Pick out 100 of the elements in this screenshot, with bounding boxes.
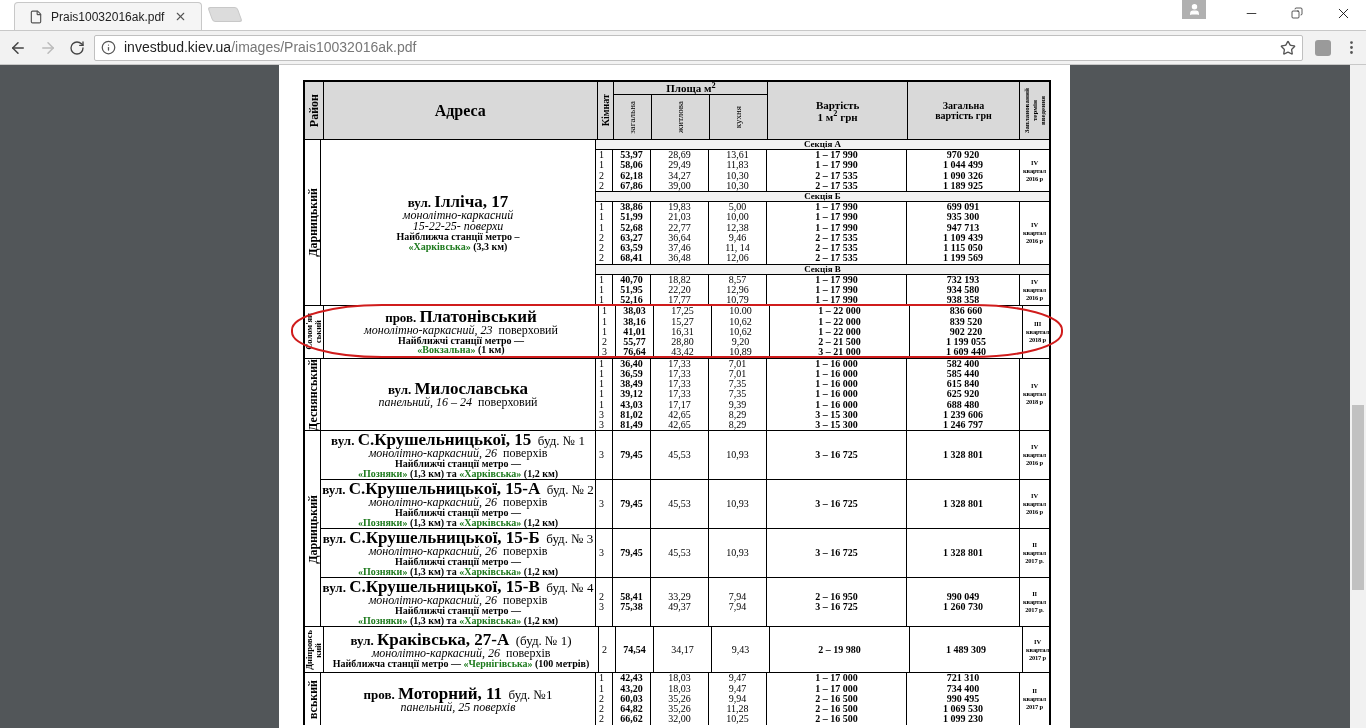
table-cell-text: 1 [598,274,605,285]
browser-tab[interactable]: Prais10032016ak.pdf [14,2,202,30]
table-cell-text: 1 [598,160,605,171]
metro-stations: «Позняки» (1,3 км) та «Харківська» (1,2 км) [357,517,559,528]
table-cell-text: 2 [598,170,605,181]
table-cell-text: 63,27 [619,232,644,243]
table-cell-text: 63,59 [619,243,644,254]
table-cell-text: 3 [598,409,605,420]
table-cell-text: 1 [598,389,605,400]
table-cell-text: 2 [598,232,605,243]
reload-button[interactable] [69,39,85,56]
table-cell-text: 2 [598,592,605,603]
address-bar[interactable]: investbud.kiev.ua/images/Prais10032016ak.pdf [94,34,1303,61]
table-cell-text: 5,00 [727,202,748,213]
table-cell-text: 3 – 16 725 [814,450,859,461]
table-cell-text: 1 – 16 000 [814,389,859,400]
table-cell-text: 10,62 [728,326,753,337]
section-title: Секція А [596,140,1049,150]
table-cell-text: 734 400 [945,683,981,694]
table-cell-text: 2 [601,644,608,656]
table-cell-text: 2 [598,704,605,715]
column-header: Район [306,93,322,128]
table-cell-text: 839 520 [948,316,984,327]
table-cell-text: 10,30 [725,170,750,181]
table-cell-text: 688 480 [945,399,981,410]
street-address: вул. С.Крушельницької, 15-А буд. № 2 [322,481,594,498]
table-cell-text: 38,16 [622,316,647,327]
table-cell-text: 62,18 [619,170,644,181]
table-cell-text: 3 – 16 725 [814,499,859,510]
table-cell-text: 1 239 606 [942,409,984,420]
column-header: Кімнат [599,94,612,127]
bookmark-star-icon[interactable] [1280,39,1296,56]
district-name: Дарницький [306,188,319,257]
table-cell-text: 9,39 [727,399,748,410]
table-cell-text: 1 [601,316,608,327]
table-cell-text: 17,77 [667,295,692,306]
table-cell-text: 1 – 17 990 [814,150,859,161]
metro-stations: «Вокзальна» (1 км) [417,345,505,355]
table-cell-text: 1 [598,150,605,161]
table-cell-text: 615 840 [945,379,981,390]
table-cell-text: 1 – 22 000 [817,306,862,317]
table-cell-text: 22,77 [667,222,692,233]
table-cell-text: 1 [598,284,605,295]
scrollbar[interactable] [1350,65,1366,728]
table-cell-text: 2 – 19 980 [817,644,862,656]
table-cell-text: 7,94 [727,602,748,613]
table-cell-text: 10,00 [725,212,750,223]
table-cell-text: 36,48 [667,253,692,264]
district-name: вський [306,679,319,719]
table-cell-text: 32,00 [667,714,692,725]
table-cell-text: 21,03 [667,212,692,223]
street-address: вул. Ілліча, 17 [407,194,509,211]
table-cell-text: 2 – 17 535 [814,180,859,191]
close-icon[interactable] [174,10,187,23]
metro-stations: «Позняки» (1,3 км) та «Харківська» (1,2 км) [357,468,559,479]
table-cell-text: 3 [601,347,608,358]
table-cell-text: 934 580 [945,284,981,295]
column-header: Площа м$^{2}$ [666,82,716,94]
column-header: вартість грн [935,110,992,121]
table-cell-text: 1 [598,358,605,369]
table-cell-text: 2 – 17 535 [814,232,859,243]
table-cell-text: 7,01 [727,368,748,379]
info-icon[interactable] [101,40,116,55]
scrollbar-thumb[interactable] [1352,405,1364,590]
table-cell-text: 9,46 [728,232,747,243]
table-cell-text: 45,53 [667,548,692,559]
table-cell-text: 1 069 530 [942,704,984,715]
table-cell-text: 35,26 [667,693,692,705]
table-cell-text: 2 – 16 950 [814,592,859,603]
table-cell-text: 1 090 326 [942,170,984,181]
table-cell-text: 68,41 [619,253,644,264]
table-cell-text: 1 328 801 [942,450,984,461]
person-icon [1187,3,1201,16]
table-cell-text: 3 [598,499,605,510]
building-type: панельний, 16 – 24 поверховий [378,396,538,408]
table-cell-text: 55,77 [622,337,647,348]
table-cell-text: 2 [598,243,605,254]
table-cell-text: 52,16 [619,295,644,306]
table-cell-text: 45,53 [667,499,692,510]
table-cell-text: 51,95 [619,284,644,295]
column-header: кухня [732,105,745,129]
table-cell-text: 1 260 730 [942,602,984,613]
table-cell-text: 74,54 [622,644,647,656]
metro-stations: «Позняки» (1,3 км) та «Харківська» (1,2 км) [357,566,559,577]
table-cell-text: 79,45 [619,450,644,461]
table-cell-text: 3 [598,420,605,431]
table-cell-text: 10,93 [725,499,750,510]
table-cell-text: 2 [598,693,605,705]
street-address: вул. С.Крушельницької, 15 буд. № 1 [331,432,585,449]
table-cell-text: 8,29 [727,409,748,420]
table-cell-text: 1 – 17 990 [814,284,859,295]
table-cell-text: 3 – 21 000 [817,347,862,358]
table-cell-text: 902 220 [948,326,984,337]
table-cell-text: 1 [601,326,608,337]
table-cell-text: 699 091 [945,202,981,213]
restore-icon[interactable] [1291,7,1303,19]
table-cell-text: 7,35 [727,379,748,390]
column-header: Вартість [815,98,860,111]
table-cell-text: 11,83 [725,160,750,171]
table-cell-text: 38,03 [622,306,647,317]
